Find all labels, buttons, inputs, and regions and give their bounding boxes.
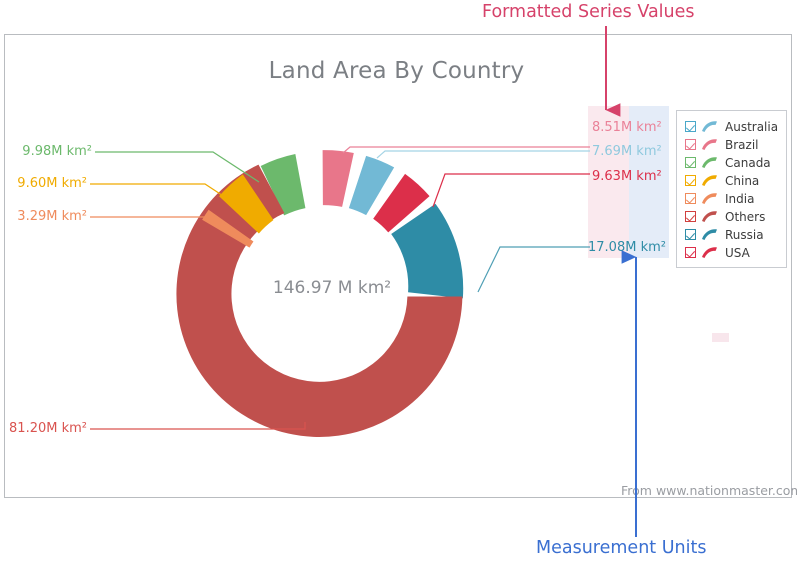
- annotation-label-measurement-units: Measurement Units: [536, 538, 707, 558]
- annotation-label-formatted-series-values: Formatted Series Values: [482, 2, 695, 22]
- annotation-arrows: [605, 26, 637, 537]
- screenshot-root: Land Area By Country 146.97 M km² 9.98M …: [0, 0, 797, 561]
